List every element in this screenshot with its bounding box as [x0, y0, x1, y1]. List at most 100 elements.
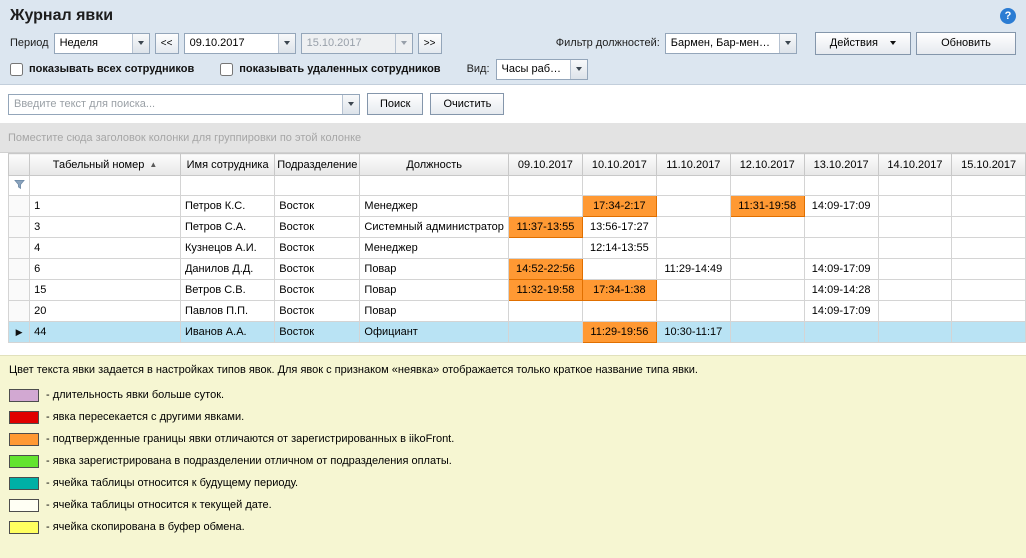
attendance-cell[interactable] — [878, 196, 952, 217]
view-select[interactable]: Часы работы — [496, 59, 588, 80]
attendance-cell[interactable]: 11:29-14:49 — [656, 259, 730, 280]
filter-cell[interactable] — [180, 176, 274, 196]
attendance-cell[interactable]: 11:31-19:58 — [730, 196, 804, 217]
attendance-cell[interactable] — [730, 280, 804, 301]
column-header[interactable]: 10.10.2017 — [582, 154, 656, 176]
column-header[interactable]: 09.10.2017 — [508, 154, 582, 176]
attendance-cell[interactable] — [730, 217, 804, 238]
table-row[interactable]: 6Данилов Д.Д.ВостокПовар14:52-22:5611:29… — [9, 259, 1026, 280]
attendance-cell[interactable] — [582, 301, 656, 322]
cell-employee-name[interactable]: Иванов А.А. — [180, 322, 274, 343]
clear-button[interactable]: Очистить — [430, 93, 504, 115]
cell-department[interactable]: Восток — [275, 217, 360, 238]
cell-position[interactable]: Менеджер — [360, 238, 509, 259]
attendance-cell[interactable] — [952, 196, 1026, 217]
cell-employee-number[interactable]: 3 — [30, 217, 181, 238]
attendance-cell[interactable] — [656, 196, 730, 217]
column-header[interactable]: 14.10.2017 — [878, 154, 952, 176]
attendance-cell[interactable] — [952, 280, 1026, 301]
search-button[interactable]: Поиск — [367, 93, 423, 115]
attendance-cell[interactable]: 14:09-14:28 — [804, 280, 878, 301]
attendance-cell[interactable] — [952, 301, 1026, 322]
attendance-cell[interactable] — [952, 259, 1026, 280]
column-header[interactable]: 12.10.2017 — [730, 154, 804, 176]
positions-filter-select[interactable]: Бармен, Бар-менед... — [665, 33, 797, 54]
column-header[interactable]: Табельный номер▲ — [30, 154, 181, 176]
cell-employee-number[interactable]: 15 — [30, 280, 181, 301]
filter-cell[interactable] — [952, 176, 1026, 196]
attendance-cell[interactable]: 12:14-13:55 — [582, 238, 656, 259]
column-header[interactable]: 15.10.2017 — [952, 154, 1026, 176]
attendance-cell[interactable] — [656, 217, 730, 238]
refresh-button[interactable]: Обновить — [916, 32, 1016, 55]
filter-cell[interactable] — [656, 176, 730, 196]
group-by-hint[interactable]: Поместите сюда заголовок колонки для гру… — [0, 123, 1026, 153]
attendance-cell[interactable]: 10:30-11:17 — [656, 322, 730, 343]
date-from-picker[interactable]: 09.10.2017 — [184, 33, 296, 54]
cell-employee-name[interactable]: Петров С.А. — [180, 217, 274, 238]
cell-department[interactable]: Восток — [275, 280, 360, 301]
attendance-cell[interactable]: 17:34-1:38 — [582, 280, 656, 301]
attendance-cell[interactable] — [508, 322, 582, 343]
filter-cell[interactable] — [360, 176, 509, 196]
attendance-cell[interactable] — [952, 238, 1026, 259]
filter-cell[interactable] — [30, 176, 181, 196]
cell-employee-name[interactable]: Петров К.С. — [180, 196, 274, 217]
cell-employee-number[interactable]: 1 — [30, 196, 181, 217]
show-deleted-employees-label[interactable]: показывать удаленных сотрудников — [239, 63, 440, 75]
attendance-cell[interactable] — [582, 259, 656, 280]
table-row[interactable]: ▶44Иванов А.А.ВостокОфициант11:29-19:561… — [9, 322, 1026, 343]
cell-position[interactable]: Менеджер — [360, 196, 509, 217]
attendance-cell[interactable] — [804, 238, 878, 259]
help-icon[interactable]: ? — [1000, 8, 1016, 24]
prev-week-button[interactable]: << — [155, 33, 179, 54]
table-row[interactable]: 1Петров К.С.ВостокМенеджер 17:34-2:17 11:3… — [9, 196, 1026, 217]
attendance-cell[interactable]: 14:09-17:09 — [804, 196, 878, 217]
table-row[interactable]: 15Ветров С.В.ВостокПовар11:32-19:5817:34… — [9, 280, 1026, 301]
attendance-cell[interactable] — [878, 259, 952, 280]
attendance-cell[interactable] — [508, 301, 582, 322]
table-row[interactable]: 4Кузнецов А.И.ВостокМенеджер12:14-13:55 — [9, 238, 1026, 259]
attendance-cell[interactable] — [952, 217, 1026, 238]
filter-cell[interactable] — [582, 176, 656, 196]
attendance-cell[interactable] — [656, 301, 730, 322]
next-week-button[interactable]: >> — [418, 33, 442, 54]
attendance-cell[interactable] — [804, 217, 878, 238]
cell-employee-number[interactable]: 20 — [30, 301, 181, 322]
attendance-cell[interactable] — [878, 280, 952, 301]
cell-employee-name[interactable]: Кузнецов А.И. — [180, 238, 274, 259]
show-deleted-employees-checkbox[interactable] — [220, 63, 233, 76]
attendance-cell[interactable] — [952, 322, 1026, 343]
column-header[interactable]: Имя сотрудника — [180, 154, 274, 176]
cell-employee-name[interactable]: Павлов П.П. — [180, 301, 274, 322]
table-row[interactable]: 3Петров С.А.ВостокСистемный администрато… — [9, 217, 1026, 238]
attendance-cell[interactable] — [730, 301, 804, 322]
attendance-cell[interactable] — [656, 280, 730, 301]
cell-position[interactable]: Повар — [360, 280, 509, 301]
attendance-cell[interactable] — [730, 259, 804, 280]
cell-department[interactable]: Восток — [275, 259, 360, 280]
column-header[interactable]: 13.10.2017 — [804, 154, 878, 176]
attendance-cell[interactable]: 11:32-19:58 — [508, 280, 582, 301]
column-header[interactable]: 11.10.2017 — [656, 154, 730, 176]
attendance-cell[interactable] — [730, 238, 804, 259]
attendance-cell[interactable] — [508, 196, 582, 217]
cell-position[interactable]: Официант — [360, 322, 509, 343]
actions-button[interactable]: Действия — [815, 32, 911, 55]
attendance-cell[interactable] — [508, 238, 582, 259]
attendance-cell[interactable] — [878, 301, 952, 322]
chevron-down-icon[interactable] — [570, 60, 587, 79]
attendance-cell[interactable]: 17:34-2:17 — [582, 196, 656, 217]
cell-employee-name[interactable]: Данилов Д.Д. — [180, 259, 274, 280]
attendance-cell[interactable] — [878, 322, 952, 343]
cell-employee-number[interactable]: 6 — [30, 259, 181, 280]
period-select[interactable]: Неделя — [54, 33, 150, 54]
column-header[interactable]: Подразделение — [275, 154, 360, 176]
filter-cell[interactable] — [730, 176, 804, 196]
filter-cell[interactable] — [804, 176, 878, 196]
cell-department[interactable]: Восток — [275, 196, 360, 217]
chevron-down-icon[interactable] — [342, 95, 359, 114]
chevron-down-icon[interactable] — [278, 34, 295, 53]
attendance-cell[interactable]: 14:52-22:56 — [508, 259, 582, 280]
filter-cell[interactable] — [878, 176, 952, 196]
